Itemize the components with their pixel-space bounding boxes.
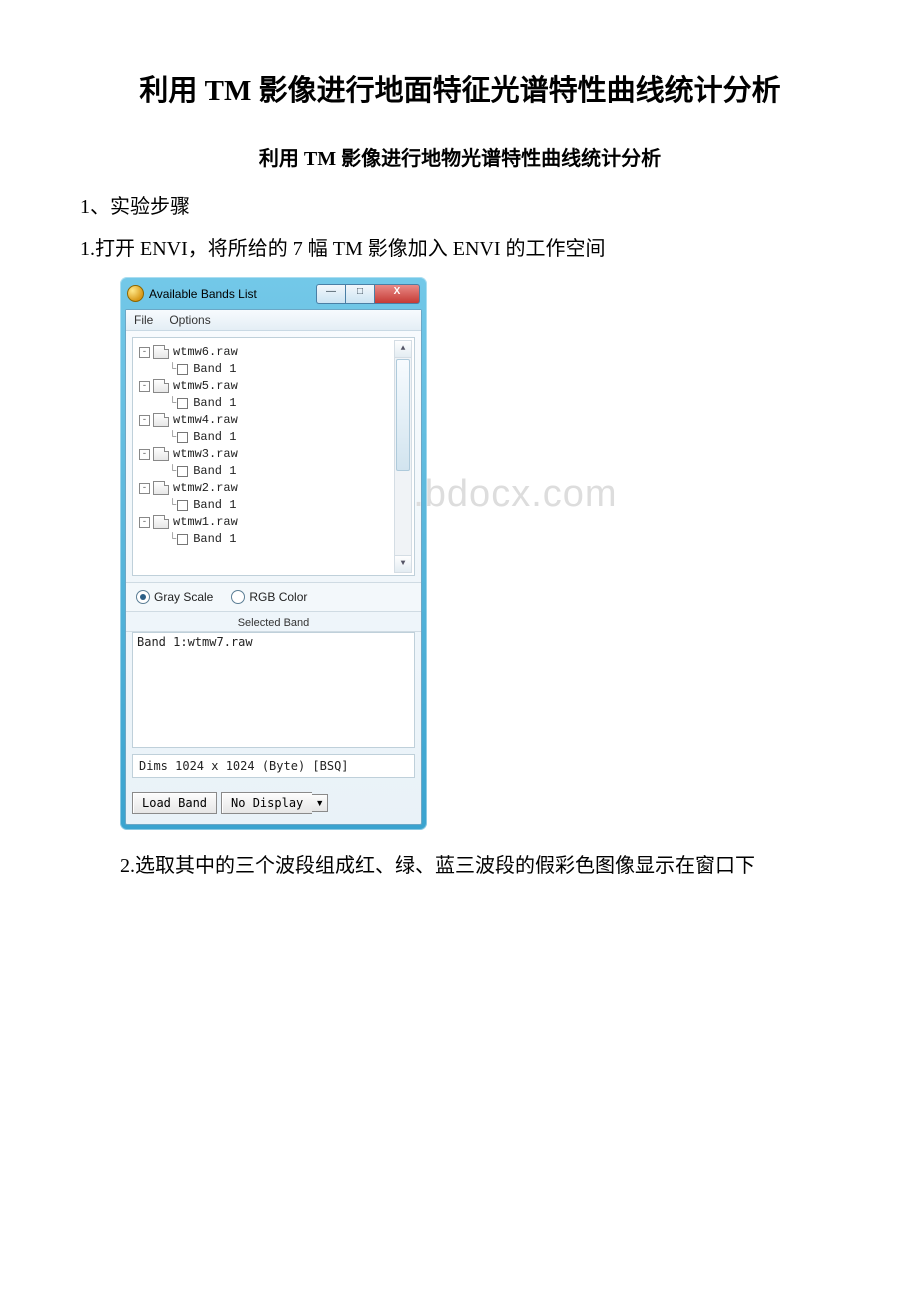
file-name: wtmw5.raw (173, 379, 238, 393)
gray-scale-label: Gray Scale (154, 590, 213, 604)
file-icon (153, 481, 169, 495)
band-name: Band 1 (193, 498, 236, 512)
tree-file-node[interactable]: - wtmw3.raw (139, 446, 410, 463)
minimize-button[interactable]: — (316, 284, 345, 304)
tree-file-node[interactable]: - wtmw5.raw (139, 378, 410, 395)
file-name: wtmw6.raw (173, 345, 238, 359)
display-dropdown-label: No Display (221, 792, 312, 814)
collapse-icon[interactable]: - (139, 415, 150, 426)
tree-branch-icon: └ (169, 532, 175, 546)
maximize-button[interactable]: □ (345, 284, 375, 304)
band-name: Band 1 (193, 532, 236, 546)
band-icon (177, 466, 188, 477)
scroll-up-button[interactable]: ▲ (395, 341, 411, 358)
band-name: Band 1 (193, 362, 236, 376)
file-name: wtmw4.raw (173, 413, 238, 427)
collapse-icon[interactable]: - (139, 449, 150, 460)
file-icon (153, 345, 169, 359)
tree-band-node[interactable]: └ Band 1 (169, 395, 410, 412)
file-icon (153, 379, 169, 393)
tree-branch-icon: └ (169, 464, 175, 478)
step-2-text: 2.选取其中的三个波段组成红、绿、蓝三波段的假彩色图像显示在窗口下 (80, 848, 840, 884)
collapse-icon[interactable]: - (139, 483, 150, 494)
window-titlebar[interactable]: Available Bands List — □ X (125, 282, 422, 309)
band-name: Band 1 (193, 430, 236, 444)
display-dropdown[interactable]: No Display ▼ (221, 792, 328, 814)
file-icon (153, 447, 169, 461)
close-button[interactable]: X (375, 284, 420, 304)
menu-bar: File Options (126, 310, 421, 331)
file-name: wtmw2.raw (173, 481, 238, 495)
tree-band-node[interactable]: └ Band 1 (169, 463, 410, 480)
menu-options[interactable]: Options (169, 313, 210, 327)
tree-branch-icon: └ (169, 498, 175, 512)
dimensions-info: Dims 1024 x 1024 (Byte) [BSQ] (132, 754, 415, 778)
collapse-icon[interactable]: - (139, 517, 150, 528)
tree-file-node[interactable]: - wtmw6.raw (139, 344, 410, 361)
collapse-icon[interactable]: - (139, 347, 150, 358)
selected-band-heading: Selected Band (126, 612, 421, 632)
band-name: Band 1 (193, 464, 236, 478)
rgb-color-label: RGB Color (249, 590, 307, 604)
tree-band-node[interactable]: └ Band 1 (169, 497, 410, 514)
band-icon (177, 432, 188, 443)
display-mode-row: Gray Scale RGB Color (126, 582, 421, 612)
button-row: Load Band No Display ▼ (126, 784, 421, 824)
scroll-down-button[interactable]: ▼ (395, 555, 411, 572)
window-title: Available Bands List (149, 287, 316, 301)
chevron-down-icon[interactable]: ▼ (312, 794, 328, 812)
collapse-icon[interactable]: - (139, 381, 150, 392)
tree-branch-icon: └ (169, 396, 175, 410)
rgb-color-radio[interactable]: RGB Color (231, 590, 307, 604)
file-name: wtmw1.raw (173, 515, 238, 529)
file-icon (153, 413, 169, 427)
tree-band-node[interactable]: └ Band 1 (169, 361, 410, 378)
tree-scrollbar[interactable]: ▲ ▼ (394, 340, 412, 573)
band-name: Band 1 (193, 396, 236, 410)
menu-file[interactable]: File (134, 313, 153, 327)
tree-branch-icon: └ (169, 362, 175, 376)
page-subtitle: 利用 TM 影像进行地物光谱特性曲线统计分析 (80, 142, 840, 171)
available-bands-window: www.bdocx.com Available Bands List — □ X… (120, 277, 427, 830)
tree-branch-icon: └ (169, 430, 175, 444)
tree-band-node[interactable]: └ Band 1 (169, 531, 410, 548)
load-band-button[interactable]: Load Band (132, 792, 217, 814)
tree-file-node[interactable]: - wtmw1.raw (139, 514, 410, 531)
band-icon (177, 398, 188, 409)
gray-scale-radio[interactable]: Gray Scale (136, 590, 213, 604)
step-1-text: 1.打开 ENVI，将所给的 7 幅 TM 影像加入 ENVI 的工作空间 (80, 231, 840, 267)
tree-band-node[interactable]: └ Band 1 (169, 429, 410, 446)
tree-file-node[interactable]: - wtmw2.raw (139, 480, 410, 497)
page-title: 利用 TM 影像进行地面特征光谱特性曲线统计分析 (80, 70, 840, 114)
scroll-thumb[interactable] (396, 359, 410, 471)
band-icon (177, 364, 188, 375)
tree-file-node[interactable]: - wtmw4.raw (139, 412, 410, 429)
band-icon (177, 500, 188, 511)
band-icon (177, 534, 188, 545)
selected-band-value: Band 1:wtmw7.raw (132, 632, 415, 748)
file-icon (153, 515, 169, 529)
bands-tree[interactable]: - wtmw6.raw └ Band 1 - wtmw5.raw └ (132, 337, 415, 576)
window-client: File Options - wtmw6.raw └ Band 1 - (125, 309, 422, 825)
file-name: wtmw3.raw (173, 447, 238, 461)
app-icon (127, 285, 144, 302)
section-heading: 1、实验步骤 (80, 189, 840, 225)
